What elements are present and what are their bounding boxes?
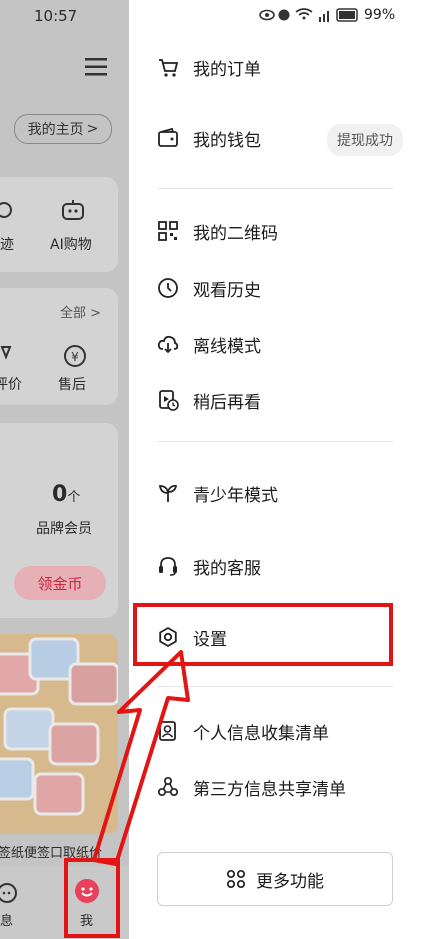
share-nodes-icon (157, 776, 179, 798)
menu-item-customer-service[interactable]: 我的客服 (157, 548, 403, 584)
me-tab-highlight-box (64, 858, 120, 938)
status-icons (259, 8, 358, 22)
qrcode-icon (157, 220, 179, 242)
divider-3 (157, 686, 393, 687)
messages-label[interactable]: 息 (0, 910, 13, 929)
review-icon (0, 346, 12, 360)
refund-icon[interactable]: ¥ (62, 343, 88, 369)
wallet-icon (157, 127, 179, 149)
headset-icon (157, 555, 179, 577)
status-bar: 99% (129, 0, 425, 32)
more-features-button[interactable]: 更多功能 (157, 852, 393, 906)
all-link[interactable]: 全部 > (60, 302, 101, 321)
watch-later-icon (157, 389, 179, 411)
svg-text:¥: ¥ (71, 350, 79, 364)
settings-highlight-box (133, 603, 393, 666)
product-image[interactable] (0, 634, 118, 834)
label-rolls-image (0, 637, 118, 816)
brand-count: 0个 (52, 482, 81, 507)
review-label: 评价 (0, 377, 22, 393)
message-icon[interactable] (0, 882, 18, 904)
sprout-icon (157, 482, 179, 504)
menu-icon[interactable] (84, 56, 110, 78)
menu-item-third-party[interactable]: 第三方信息共享清单 (157, 769, 403, 805)
background-page: 10:57 我的主页 > 迹 AI购物 全部 > 评价 ¥ 售后 0个 品牌会员 … (0, 0, 129, 939)
person-list-icon (157, 720, 179, 742)
clock-icon (157, 277, 179, 299)
divider-1 (157, 188, 393, 189)
menu-item-watch-later[interactable]: 稍后再看 (157, 382, 403, 418)
cloud-download-icon (157, 333, 179, 355)
ai-shopping-label: AI购物 (50, 237, 92, 253)
dynamics-icon (0, 202, 12, 218)
after-sale-label: 售后 (58, 377, 86, 393)
menu-item-youth-mode[interactable]: 青少年模式 (157, 475, 403, 511)
brand-member-label: 品牌会员 (36, 521, 92, 537)
homepage-button[interactable]: 我的主页 > (14, 114, 112, 144)
menu-item-orders[interactable]: 我的订单 (157, 49, 403, 85)
menu-item-personal-info[interactable]: 个人信息收集清单 (157, 713, 403, 749)
cart-icon (157, 56, 179, 78)
side-drawer: 99% 我的订单 我的钱包 提现成功 我的二维码 观看历史 离线模式 稍后再看 … (129, 0, 425, 939)
battery-percent: 99% (364, 7, 396, 23)
menu-item-qrcode[interactable]: 我的二维码 (157, 213, 403, 249)
collect-coins-button[interactable]: 领金币 (14, 566, 106, 600)
grid-icon (226, 869, 246, 889)
menu-item-offline[interactable]: 离线模式 (157, 326, 403, 362)
dynamics-label: 迹 (0, 237, 14, 253)
shortcut-card (0, 177, 118, 272)
robot-icon[interactable] (61, 199, 87, 223)
divider-2 (157, 441, 393, 442)
menu-item-history[interactable]: 观看历史 (157, 270, 403, 306)
status-time: 10:57 (34, 7, 78, 25)
wallet-status-badge: 提现成功 (327, 124, 403, 156)
